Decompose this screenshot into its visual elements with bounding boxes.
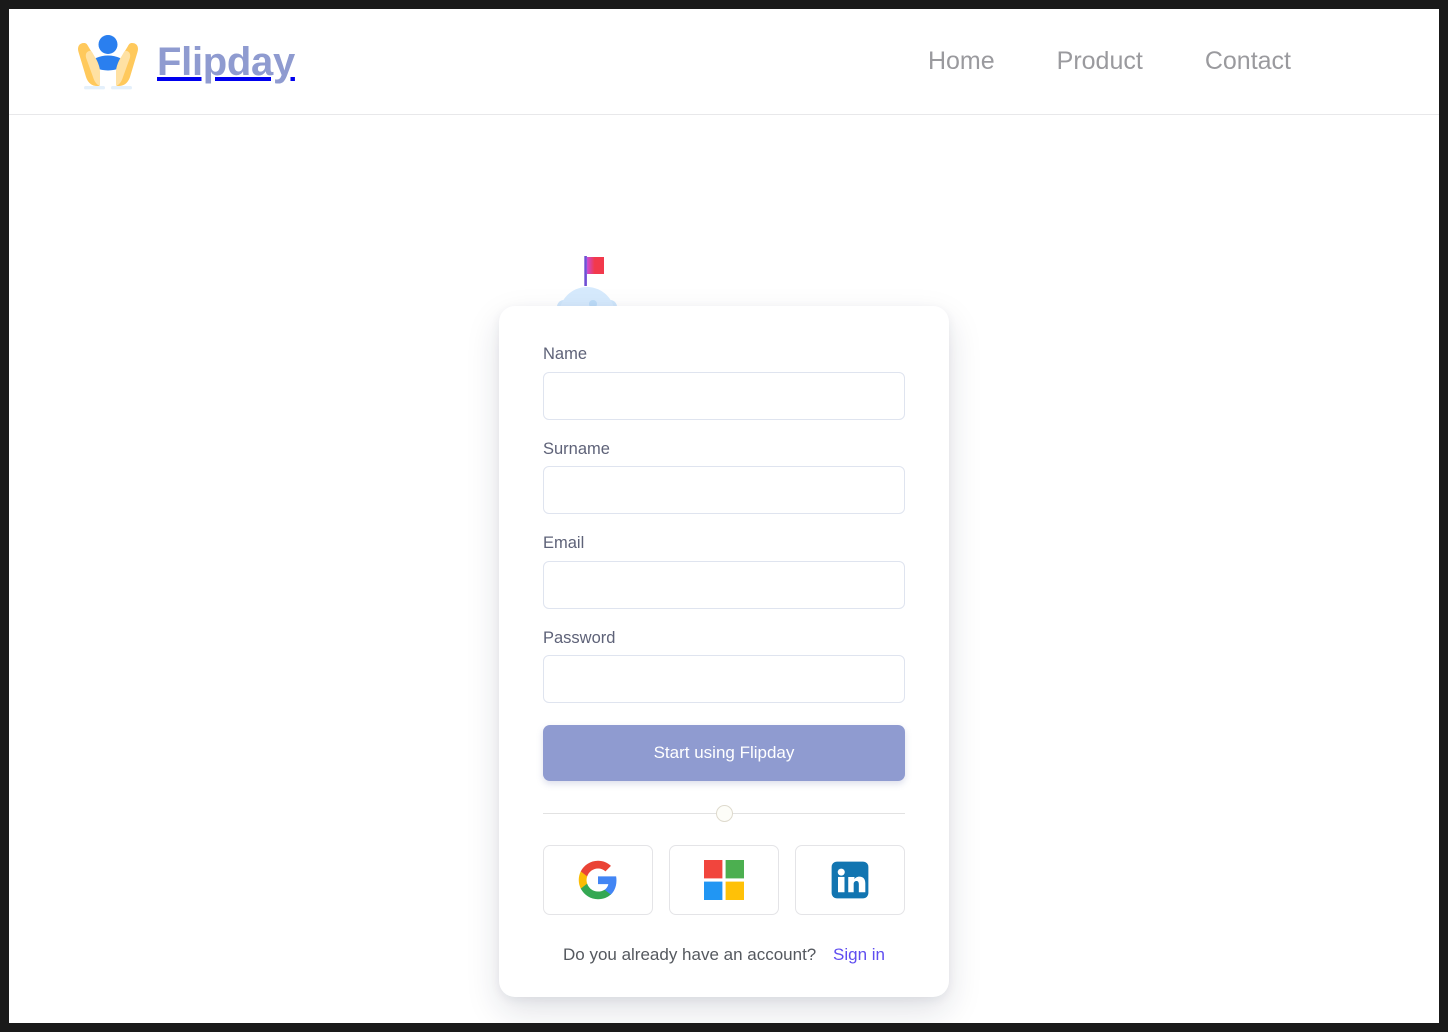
password-input[interactable] (543, 655, 905, 703)
social-signup-microsoft[interactable] (669, 845, 779, 915)
page-stage: Name Surname Email Password Start using … (9, 115, 1439, 1023)
start-using-flipday-button[interactable]: Start using Flipday (543, 725, 905, 781)
brand-name: Flipday (157, 39, 295, 84)
brand-logo[interactable]: Flipday (75, 31, 295, 93)
hands-holding-person-icon (78, 34, 138, 89)
social-signup-row (543, 845, 905, 915)
nav-link-product[interactable]: Product (1057, 49, 1143, 74)
account-question: Do you already have an account? (562, 945, 817, 964)
label-surname: Surname (543, 439, 610, 458)
email-input[interactable] (543, 560, 905, 609)
divider (543, 805, 905, 822)
site-header: Flipday Home Product Contact (9, 9, 1439, 115)
linkedin-icon (831, 861, 869, 899)
social-signup-google[interactable] (543, 845, 653, 915)
field-group-password: Password (543, 628, 905, 703)
signup-card: Name Surname Email Password Start using … (499, 306, 949, 997)
account-footer: Do you already have an account? Sign in (543, 946, 905, 963)
microsoft-icon (704, 860, 744, 900)
surname-input[interactable] (543, 466, 905, 514)
social-signup-linkedin[interactable] (795, 845, 905, 915)
page-viewport: Flipday Home Product Contact Name Surnam… (9, 9, 1439, 1023)
sign-in-link[interactable]: Sign in (833, 945, 885, 964)
field-group-surname: Surname (543, 439, 905, 514)
nav-link-contact[interactable]: Contact (1205, 49, 1291, 74)
main-nav: Home Product Contact (928, 49, 1291, 74)
field-group-email: Email (543, 535, 905, 609)
label-email: Email (543, 534, 585, 552)
nav-link-home[interactable]: Home (928, 49, 995, 74)
divider-knob-icon (715, 805, 733, 822)
label-password: Password (543, 628, 616, 647)
field-group-name: Name (543, 346, 905, 420)
name-input[interactable] (543, 371, 905, 420)
label-name: Name (543, 345, 588, 363)
google-icon (578, 860, 617, 900)
